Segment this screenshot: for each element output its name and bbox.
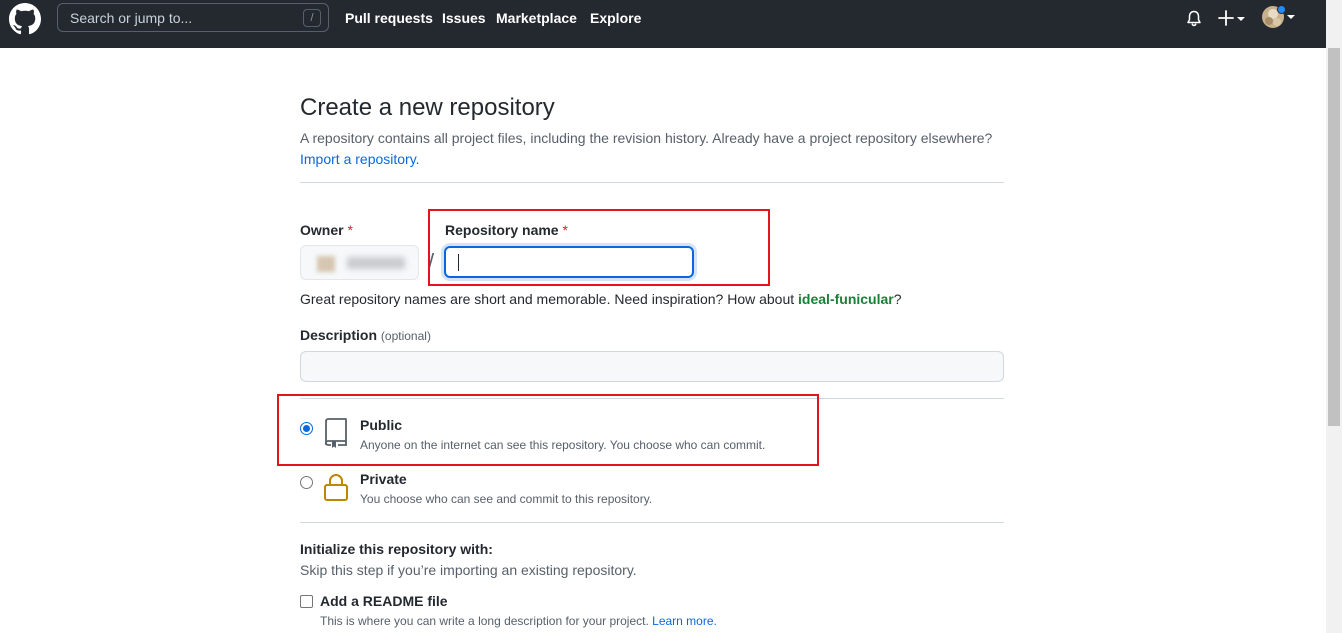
status-dot [1277,5,1286,14]
nav-explore[interactable]: Explore [590,10,641,26]
highlight-box-public [277,394,819,466]
page-title: Create a new repository [300,94,555,121]
page-scrollbar-thumb[interactable] [1328,48,1340,426]
highlight-box-repository-name [428,209,770,286]
nav-pull-requests[interactable]: Pull requests [345,10,433,26]
description-label: Description (optional) [300,327,431,343]
owner-avatar-redacted [317,256,335,272]
search-placeholder: Search or jump to... [70,10,193,26]
add-readme-checkbox[interactable] [300,595,313,608]
private-title: Private [360,471,407,487]
search-input[interactable]: Search or jump to... / [57,3,329,32]
import-repository-link[interactable]: Import a repository. [300,151,420,167]
divider [300,182,1004,183]
top-header: Search or jump to... / Pull requests Iss… [0,0,1326,48]
initialize-title: Initialize this repository with: [300,541,493,557]
optional-tag: (optional) [380,329,431,343]
owner-name-redacted [347,257,405,269]
add-readme-label[interactable]: Add a README file [320,593,448,609]
owner-label-text: Owner [300,222,344,238]
initialize-subtitle: Skip this step if you’re importing an ex… [300,562,637,578]
divider [300,522,1004,523]
readme-description: This is where you can write a long descr… [320,614,717,628]
learn-more-link[interactable]: Learn more. [652,614,717,628]
nav-issues[interactable]: Issues [442,10,486,26]
private-radio[interactable] [300,476,313,489]
github-logo-icon[interactable] [9,3,41,35]
owner-select[interactable] [300,245,419,280]
nav-marketplace[interactable]: Marketplace [496,10,577,26]
description-label-text: Description [300,327,378,343]
hint-suffix: ? [893,291,902,307]
avatar-dropdown-caret-icon[interactable] [1287,15,1295,19]
required-asterisk: * [347,222,353,238]
owner-label: Owner * [300,222,353,238]
description-input[interactable] [300,351,1004,382]
hint-text: Great repository names are short and mem… [300,291,799,307]
private-description: You choose who can see and commit to thi… [360,492,653,506]
create-new-plus-icon[interactable] [1218,8,1248,28]
repository-name-hint: Great repository names are short and mem… [300,291,902,307]
notification-bell-icon[interactable] [1186,10,1202,28]
readme-description-text: This is where you can write a long descr… [320,614,653,628]
suggested-name-link[interactable]: ideal-funicular [798,291,894,307]
page-subtitle-text: A repository contains all project files,… [300,130,993,146]
lock-icon [324,474,348,501]
page-subtitle: A repository contains all project files,… [300,128,1010,170]
search-shortcut-badge: / [303,9,321,27]
